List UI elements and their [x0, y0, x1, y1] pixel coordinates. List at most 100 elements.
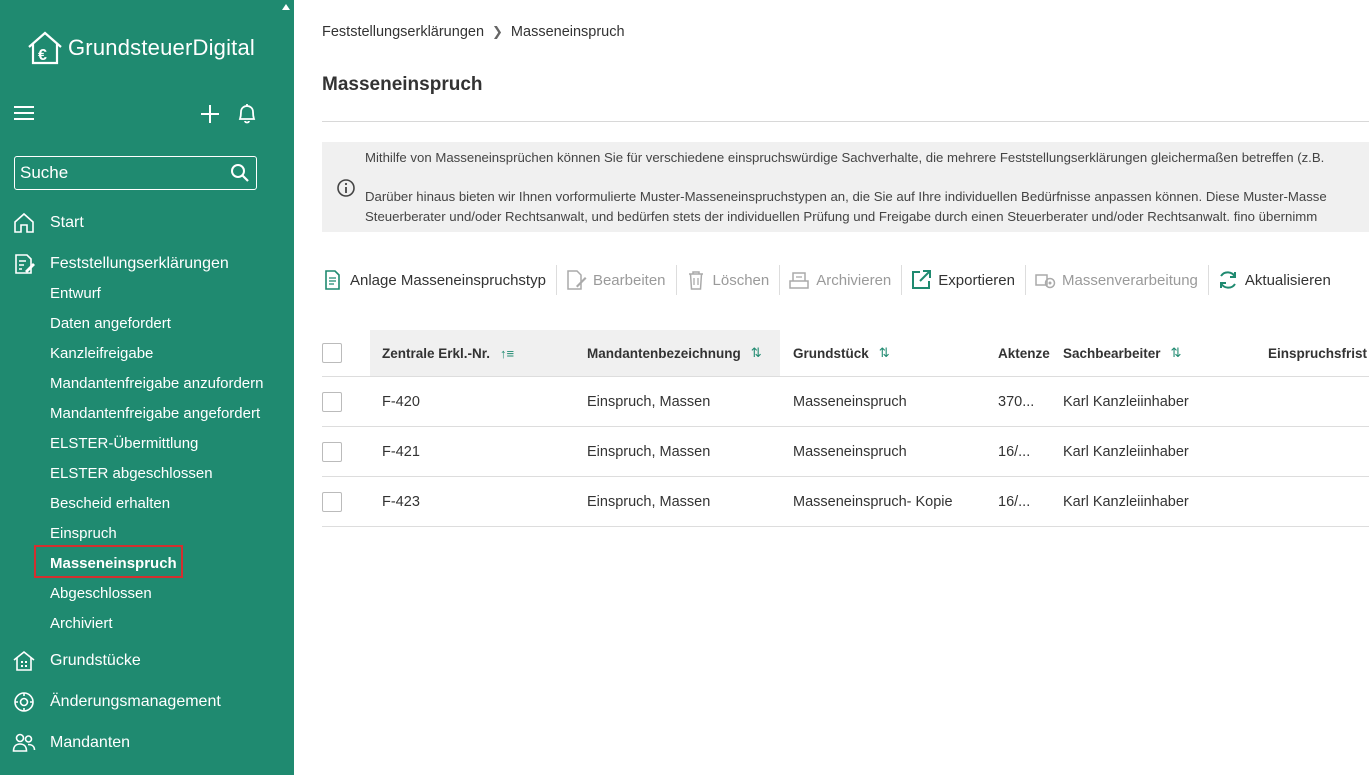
cell-nr: F-421	[382, 443, 420, 460]
column-header-grundstueck-label: Grundstück	[793, 345, 869, 361]
archivieren-label: Archivieren	[816, 271, 892, 289]
cell-grundstueck: Masseneinspruch- Kopie	[793, 493, 953, 510]
nav-mandanten-label: Mandanten	[50, 734, 131, 751]
toolbar-separator	[675, 265, 677, 295]
nav-mandanten[interactable]: Mandanten	[0, 728, 294, 758]
nav-aenderungsmanagement[interactable]: Änderungsmanagement	[0, 687, 294, 717]
archive-icon	[789, 272, 809, 289]
nav-sub-kanzleifreigabe[interactable]: Kanzleifreigabe	[50, 342, 153, 366]
row-checkbox[interactable]	[322, 442, 342, 462]
row-checkbox[interactable]	[322, 492, 342, 512]
exportieren-button[interactable]: Exportieren	[910, 262, 1023, 298]
anlage-masseneinspruchstyp-button[interactable]: Anlage Masseneinspruchstyp	[322, 262, 554, 298]
sort-icon[interactable]: ⇅	[1171, 345, 1182, 361]
nav-sub-entwurf[interactable]: Entwurf	[50, 282, 101, 306]
column-header-aktenzeichen[interactable]: Aktenze	[998, 330, 1054, 376]
trash-icon	[688, 271, 703, 290]
column-header-nr[interactable]: Zentrale Erkl.-Nr. ↑≡	[370, 330, 575, 376]
cell-sachbearbeiter: Karl Kanzleiinhaber	[1063, 393, 1189, 410]
info-text-line-2: Darüber hinaus bieten wir Ihnen vorformu…	[365, 189, 1327, 204]
title-divider	[322, 121, 1369, 122]
nav-sub-elster-uebermittlung[interactable]: ELSTER-Übermittlung	[50, 432, 198, 456]
sort-ascending-icon[interactable]: ↑≡	[500, 346, 514, 361]
svg-text:€: €	[38, 47, 47, 64]
home-icon	[14, 212, 34, 233]
column-header-mandant[interactable]: Mandantenbezeichnung ⇅	[575, 330, 780, 376]
table-row[interactable]: F-420 Einspruch, Massen Masseneinspruch …	[322, 377, 1369, 427]
cell-mandant: Einspruch, Massen	[587, 493, 711, 510]
loeschen-button[interactable]: Löschen	[685, 262, 778, 298]
nav-grundstuecke[interactable]: Grundstücke	[0, 646, 294, 676]
nav-feststellung-label: Feststellungserklärungen	[50, 255, 229, 272]
nav-sub-einspruch[interactable]: Einspruch	[50, 522, 117, 546]
sort-icon[interactable]: ⇅	[751, 345, 762, 361]
nav-sub-daten-angefordert[interactable]: Daten angefordert	[50, 312, 171, 336]
nav-sub-elster-abgeschlossen[interactable]: ELSTER abgeschlossen	[50, 462, 213, 486]
column-header-einspruchsfrist[interactable]: Einspruchsfrist	[1268, 330, 1367, 376]
sort-icon[interactable]: ⇅	[879, 345, 890, 361]
loeschen-label: Löschen	[712, 271, 770, 289]
bell-icon[interactable]	[236, 102, 258, 126]
menu-icon[interactable]	[14, 106, 34, 122]
building-icon	[13, 650, 35, 671]
toolbar-separator	[555, 265, 557, 295]
page-title: Masseneinspruch	[322, 74, 483, 95]
search-box	[14, 156, 257, 190]
column-header-mandant-label: Mandantenbezeichnung	[587, 345, 741, 361]
toolbar: Anlage Masseneinspruchstyp Bearbeiten Lö…	[322, 262, 1339, 298]
document-edit-icon	[15, 254, 35, 274]
nav-sub-mandantenfreigabe-anzufordern[interactable]: Mandantenfreigabe anzufordern	[50, 372, 264, 396]
nav-feststellungserklaerungen[interactable]: Feststellungserklärungen	[0, 249, 294, 279]
cell-akte: 16/...	[998, 443, 1031, 460]
breadcrumb: Feststellungserklärungen ❯ Masseneinspru…	[322, 24, 625, 40]
logo[interactable]: € GrundsteuerDigital	[26, 30, 255, 66]
house-euro-icon: €	[28, 31, 62, 65]
cell-mandant: Einspruch, Massen	[587, 443, 711, 460]
table-row[interactable]: F-421 Einspruch, Massen Masseneinspruch …	[322, 427, 1369, 477]
cell-akte: 16/...	[998, 493, 1031, 510]
massenverarbeitung-label: Massenverarbeitung	[1061, 271, 1198, 289]
toolbar-separator	[1207, 265, 1209, 295]
document-add-icon	[325, 270, 340, 290]
chevron-right-icon: ❯	[492, 24, 503, 39]
nav-sub-abgeschlossen[interactable]: Abgeschlossen	[50, 582, 152, 606]
exportieren-label: Exportieren	[938, 271, 1015, 289]
aktualisieren-button[interactable]: Aktualisieren	[1217, 262, 1339, 298]
column-header-nr-label: Zentrale Erkl.-Nr.	[382, 345, 491, 361]
info-icon	[337, 179, 355, 197]
aktualisieren-label: Aktualisieren	[1244, 271, 1331, 289]
batch-process-icon	[1035, 274, 1056, 289]
search-input[interactable]	[15, 163, 215, 183]
plus-icon[interactable]	[199, 103, 221, 125]
anlage-label: Anlage Masseneinspruchstyp	[350, 271, 546, 289]
nav-sub-archiviert[interactable]: Archiviert	[50, 612, 113, 636]
table-row[interactable]: F-423 Einspruch, Massen Masseneinspruch-…	[322, 477, 1369, 527]
search-icon[interactable]	[230, 163, 250, 183]
bearbeiten-button[interactable]: Bearbeiten	[565, 262, 674, 298]
massenverarbeitung-button[interactable]: Massenverarbeitung	[1034, 262, 1206, 298]
nav-sub-masseneinspruch[interactable]: Masseneinspruch	[50, 552, 177, 576]
column-header-akte-label: Aktenze	[998, 345, 1050, 361]
cell-sachbearbeiter: Karl Kanzleiinhaber	[1063, 443, 1189, 460]
users-icon	[12, 733, 36, 752]
nav-sub-bescheid-erhalten[interactable]: Bescheid erhalten	[50, 492, 170, 516]
edit-document-icon	[567, 270, 587, 290]
main-content: Feststellungserklärungen ❯ Masseneinspru…	[294, 0, 1369, 775]
toolbar-separator	[1024, 265, 1026, 295]
column-header-frist-label: Einspruchsfrist	[1268, 345, 1368, 361]
column-header-sachbearbeiter-label: Sachbearbeiter	[1063, 345, 1161, 361]
scroll-up-arrow-icon[interactable]	[282, 4, 290, 10]
column-header-grundstueck[interactable]: Grundstück ⇅	[793, 330, 890, 376]
nav-sub-mandantenfreigabe-angefordert[interactable]: Mandantenfreigabe angefordert	[50, 402, 260, 426]
select-all-checkbox[interactable]	[322, 343, 342, 363]
bearbeiten-label: Bearbeiten	[592, 271, 666, 289]
row-checkbox[interactable]	[322, 392, 342, 412]
sidebar: € GrundsteuerDigital Start Feststellungs…	[0, 0, 294, 775]
breadcrumb-parent[interactable]: Feststellungserklärungen	[322, 24, 484, 40]
nav-start[interactable]: Start	[0, 208, 294, 238]
archivieren-button[interactable]: Archivieren	[788, 262, 899, 298]
column-header-sachbearbeiter[interactable]: Sachbearbeiter ⇅	[1063, 330, 1181, 376]
settings-cycle-icon	[14, 692, 34, 712]
cell-nr: F-420	[382, 393, 420, 410]
info-text-line-1: Mithilfe von Masseneinsprüchen können Si…	[365, 150, 1325, 165]
